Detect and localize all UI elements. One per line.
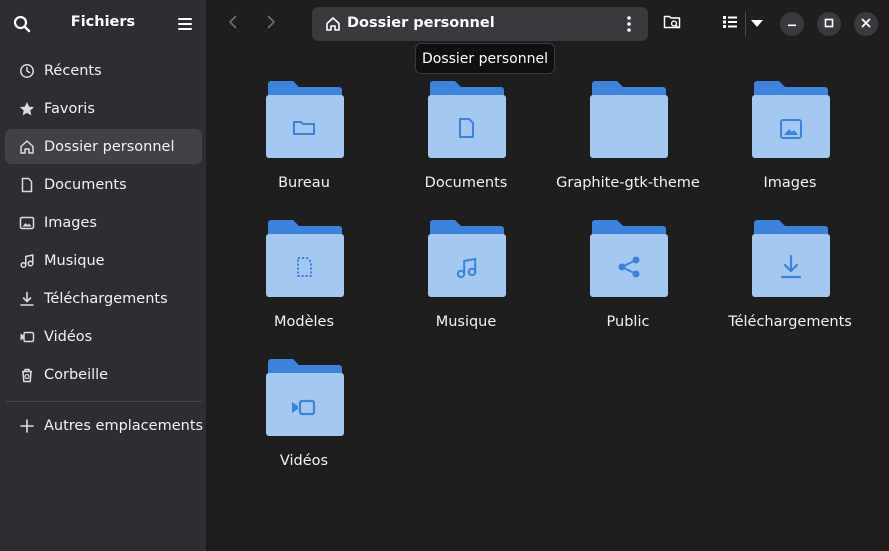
chevron-left-icon <box>225 14 241 34</box>
folder-download-icon <box>751 219 831 299</box>
folder-templates-icon <box>265 219 345 299</box>
sidebar-header: Fichiers <box>0 0 206 47</box>
folder-label: Modèles <box>273 314 334 330</box>
chevron-right-icon <box>263 14 279 34</box>
view-options-dropdown[interactable] <box>748 12 766 36</box>
hamburger-menu-icon[interactable] <box>174 13 196 35</box>
sidebar-item-corbeille[interactable]: Corbeille <box>5 357 202 392</box>
forward-button[interactable] <box>259 12 283 36</box>
tooltip-text: Dossier personnel <box>421 51 548 67</box>
toolbar-separator <box>745 12 746 36</box>
sidebar-item-documents[interactable]: Documents <box>5 167 202 202</box>
sidebar-item-label: Dossier personnel <box>44 138 175 155</box>
folder-item-telechargements[interactable]: Téléchargements <box>709 219 871 349</box>
folder-pictures-icon <box>751 80 831 160</box>
folder-item-graphite-gtk-theme[interactable]: Graphite-gtk-theme <box>547 80 709 210</box>
sidebar-item-label: Récents <box>44 62 102 79</box>
sidebar-item-label: Autres emplacements <box>44 417 204 434</box>
sidebar-item-telechargements[interactable]: Téléchargements <box>5 281 202 316</box>
folder-label: Documents <box>424 175 508 191</box>
sidebar-item-label: Musique <box>44 252 105 269</box>
folder-documents-icon <box>427 80 507 160</box>
video-icon <box>19 329 35 345</box>
folder-item-modeles[interactable]: Modèles <box>223 219 385 349</box>
folder-label: Images <box>763 175 817 191</box>
view-list-button[interactable] <box>718 12 742 36</box>
list-view-icon <box>722 14 738 34</box>
sidebar-item-label: Images <box>44 214 97 231</box>
folder-desktop-icon <box>265 80 345 160</box>
chevron-down-icon <box>751 16 763 32</box>
path-bar-label: Dossier personnel <box>347 15 495 31</box>
search-in-folder-button[interactable] <box>660 12 684 36</box>
main-content: Dossier personnel Bureau Documents Graph… <box>207 0 889 551</box>
sidebar-item-other-locations[interactable]: Autres emplacements <box>5 408 204 443</box>
folder-label: Musique <box>435 314 497 330</box>
folder-label: Bureau <box>278 175 330 191</box>
sidebar-item-label: Favoris <box>44 100 95 117</box>
minimize-icon <box>787 16 797 32</box>
more-vertical-icon[interactable] <box>623 15 635 33</box>
star-icon <box>19 101 35 117</box>
folder-search-icon <box>663 13 681 35</box>
sidebar-item-label: Documents <box>44 176 127 193</box>
path-tooltip: Dossier personnel <box>415 43 555 74</box>
folder-item-musique[interactable]: Musique <box>385 219 547 349</box>
folder-music-icon <box>427 219 507 299</box>
folder-item-videos[interactable]: Vidéos <box>223 358 385 488</box>
sidebar-item-label: Vidéos <box>44 328 93 345</box>
download-icon <box>19 291 35 307</box>
folder-label: Téléchargements <box>728 314 852 330</box>
close-icon <box>861 16 871 32</box>
sidebar-item-recents[interactable]: Récents <box>5 53 202 88</box>
music-icon <box>19 253 35 269</box>
sidebar-item-favoris[interactable]: Favoris <box>5 91 202 126</box>
folder-icon <box>589 80 669 160</box>
minimize-button[interactable] <box>780 12 804 36</box>
folder-label: Public <box>606 314 650 330</box>
sidebar-item-label: Corbeille <box>44 366 109 383</box>
folder-item-public[interactable]: Public <box>547 219 709 349</box>
folder-item-documents[interactable]: Documents <box>385 80 547 210</box>
sidebar-item-videos[interactable]: Vidéos <box>5 319 202 354</box>
clock-icon <box>19 63 35 79</box>
back-button[interactable] <box>221 12 245 36</box>
maximize-button[interactable] <box>817 12 841 36</box>
close-button[interactable] <box>854 12 878 36</box>
home-icon <box>19 139 35 155</box>
folder-label: Graphite-gtk-theme <box>556 175 700 191</box>
plus-icon <box>19 418 35 434</box>
folder-item-bureau[interactable]: Bureau <box>223 80 385 210</box>
sidebar-item-images[interactable]: Images <box>5 205 202 240</box>
trash-icon <box>19 367 35 383</box>
sidebar-item-musique[interactable]: Musique <box>5 243 202 278</box>
sidebar: Fichiers Récents Favoris Dossier personn… <box>0 0 207 551</box>
folder-label: Vidéos <box>279 453 329 469</box>
sidebar-item-label: Téléchargements <box>44 290 168 307</box>
path-bar[interactable]: Dossier personnel <box>312 7 648 41</box>
folder-videos-icon <box>265 358 345 438</box>
document-icon <box>19 177 35 193</box>
file-manager-window: Fichiers Récents Favoris Dossier personn… <box>0 0 889 551</box>
home-icon <box>325 16 341 32</box>
sidebar-separator <box>6 401 202 402</box>
folder-item-images[interactable]: Images <box>709 80 871 210</box>
sidebar-item-home[interactable]: Dossier personnel <box>5 129 202 164</box>
folder-publicshare-icon <box>589 219 669 299</box>
maximize-icon <box>824 16 834 32</box>
image-icon <box>19 215 35 231</box>
